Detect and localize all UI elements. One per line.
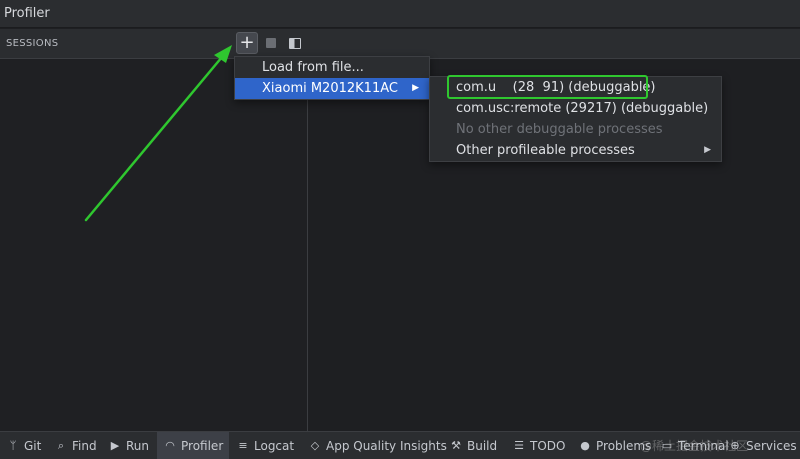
tool-git[interactable]: ᛘ Git (6, 432, 42, 459)
stop-icon (266, 38, 276, 48)
diamond-icon: ◇ (310, 439, 320, 452)
watermark-text: @稀土掘金技术社区 (640, 439, 749, 453)
sessions-label: SESSIONS (6, 38, 59, 49)
window-title: Profiler (4, 6, 50, 21)
sessions-toolbar: SESSIONS + (0, 29, 800, 59)
tool-logcat[interactable]: ≡ Logcat (236, 432, 294, 459)
other-profileable-label: Other profileable processes (456, 143, 635, 158)
device-name-label: Xiaomi M2012K11AC (262, 81, 398, 96)
other-profileable-processes-item[interactable]: Other profileable processes ▶ (430, 140, 721, 161)
tool-run[interactable]: ▶ Run (108, 432, 149, 459)
logcat-icon: ≡ (238, 439, 248, 452)
hammer-icon: ⚒ (451, 439, 461, 452)
tool-label: Find (72, 438, 97, 453)
tool-todo[interactable]: ☰ TODO (512, 432, 565, 459)
tool-profiler[interactable]: ◠ Profiler (157, 432, 230, 459)
run-icon: ▶ (110, 439, 120, 452)
tool-app-quality-insights[interactable]: ◇ App Quality Insights (308, 432, 447, 459)
load-from-file-item[interactable]: Load from file... (235, 57, 429, 78)
annotation-highlight-box (447, 75, 648, 99)
tool-label: TODO (530, 438, 566, 453)
search-icon: ⌕ (57, 438, 65, 452)
profiler-gauge-icon: ◠ (165, 439, 175, 452)
submenu-arrow-icon: ▶ (704, 145, 711, 155)
tool-label: Build (467, 438, 498, 453)
new-session-button[interactable]: + (236, 32, 258, 54)
submenu-arrow-icon: ▶ (412, 83, 419, 93)
tool-label: Run (126, 438, 150, 453)
process-item-debuggable-remote[interactable]: com.usc:remote (29217) (debuggable) (430, 98, 721, 119)
tool-label: Services (746, 438, 797, 453)
plus-icon: + (239, 32, 255, 53)
tool-label: App Quality Insights (326, 438, 447, 453)
tool-label: Profiler (181, 438, 224, 453)
list-icon: ☰ (514, 439, 524, 452)
problems-icon: ● (580, 439, 590, 452)
tool-build[interactable]: ⚒ Build (449, 432, 497, 459)
sessions-panel (0, 60, 308, 431)
tool-find[interactable]: ⌕ Find (54, 432, 97, 459)
device-menu-item[interactable]: Xiaomi M2012K11AC ▶ (235, 78, 429, 99)
new-session-menu: Load from file... Xiaomi M2012K11AC ▶ (234, 56, 430, 100)
toggle-panel-button[interactable] (284, 32, 306, 54)
title-bar: Profiler (0, 0, 800, 28)
tool-label: Git (24, 438, 42, 453)
git-branch-icon: ᛘ (9, 439, 17, 452)
stop-session-button[interactable] (260, 32, 282, 54)
tool-label: Logcat (254, 438, 295, 453)
no-other-debuggable-label: No other debuggable processes (456, 122, 663, 137)
panel-layout-icon (289, 37, 301, 49)
